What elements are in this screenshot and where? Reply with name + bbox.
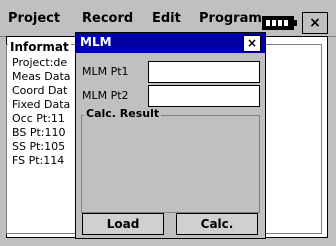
menu-program[interactable]: Program: [199, 11, 262, 26]
calc-button[interactable]: Calc.: [176, 213, 258, 235]
dialog-titlebar: MLM ×: [76, 33, 265, 53]
info-line-bs: BS Pt:110: [12, 126, 66, 139]
screen: Project Record Edit Program × Informat P…: [0, 0, 336, 246]
mlm-dialog: MLM × MLM Pt1 MLM Pt2 Calc. Result Load …: [75, 32, 266, 239]
pt2-input[interactable]: [148, 85, 260, 107]
app-close-button[interactable]: ×: [302, 12, 328, 34]
dialog-close-button[interactable]: ×: [243, 35, 261, 52]
info-line-occ: Occ Pt:11: [12, 112, 65, 125]
menu-record[interactable]: Record: [82, 11, 133, 26]
pt1-label: MLM Pt1: [82, 65, 129, 78]
info-lines: Project:de Meas Data Coord Dat Fixed Dat…: [12, 56, 71, 168]
battery-icon: [262, 16, 297, 30]
info-line-ss: SS Pt:105: [12, 140, 66, 153]
info-line-project: Project:de: [12, 56, 68, 69]
dialog-title: MLM: [80, 35, 112, 49]
info-line-fs: FS Pt:114: [12, 154, 65, 167]
info-title: Informat: [8, 40, 71, 54]
info-line-coord: Coord Dat: [12, 84, 68, 97]
pt2-label: MLM Pt2: [82, 89, 129, 102]
info-line-fixed: Fixed Data: [12, 98, 71, 111]
load-button[interactable]: Load: [82, 213, 164, 235]
pt1-input[interactable]: [148, 61, 260, 83]
menu-edit[interactable]: Edit: [152, 11, 181, 26]
calc-result-title: Calc. Result: [84, 107, 162, 120]
menu-project[interactable]: Project: [8, 11, 60, 26]
info-line-meas: Meas Data: [12, 70, 71, 83]
calc-result-box: [81, 115, 260, 213]
